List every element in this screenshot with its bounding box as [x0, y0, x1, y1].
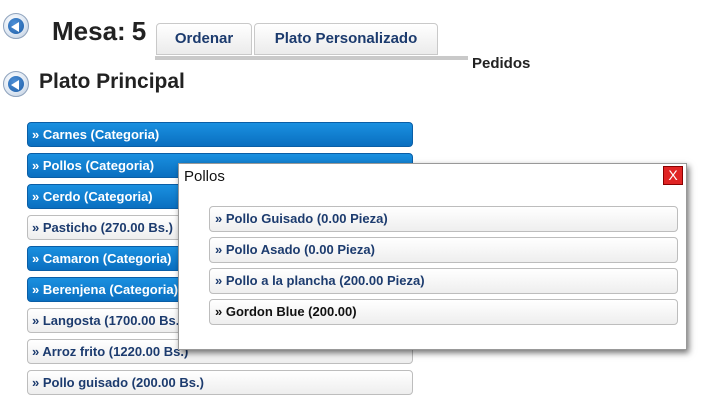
section-title: Plato Principal	[39, 70, 185, 93]
back-arrow-icon[interactable]	[3, 13, 29, 39]
table-number: 5	[131, 16, 147, 46]
menu-item-carnes[interactable]: » Carnes (Categoria)	[27, 122, 413, 147]
popup-item-pollo-asado[interactable]: » Pollo Asado (0.00 Pieza)	[209, 237, 678, 263]
popup-item-pollo-plancha[interactable]: » Pollo a la plancha (200.00 Pieza)	[209, 268, 678, 294]
section-back-icon[interactable]	[3, 71, 29, 97]
plato-personalizado-button[interactable]: Plato Personalizado	[254, 23, 438, 55]
page-title: Mesa: 5	[52, 16, 146, 47]
pedidos-tab[interactable]: Pedidos	[472, 55, 530, 72]
popup-item-pollo-guisado[interactable]: » Pollo Guisado (0.00 Pieza)	[209, 206, 678, 232]
popup-item-gordon-blue[interactable]: » Gordon Blue (200.00)	[209, 299, 678, 325]
close-button[interactable]: X	[663, 166, 683, 185]
ordenar-button[interactable]: Ordenar	[156, 23, 252, 55]
pollos-popup: Pollos X » Pollo Guisado (0.00 Pieza) » …	[178, 163, 687, 350]
table-label: Mesa:	[52, 16, 126, 46]
popup-list: » Pollo Guisado (0.00 Pieza) » Pollo Asa…	[209, 206, 678, 330]
menu-item-pollo-guisado[interactable]: » Pollo guisado (200.00 Bs.)	[27, 370, 413, 395]
nav-divider	[155, 56, 468, 60]
popup-title: Pollos	[184, 168, 225, 185]
